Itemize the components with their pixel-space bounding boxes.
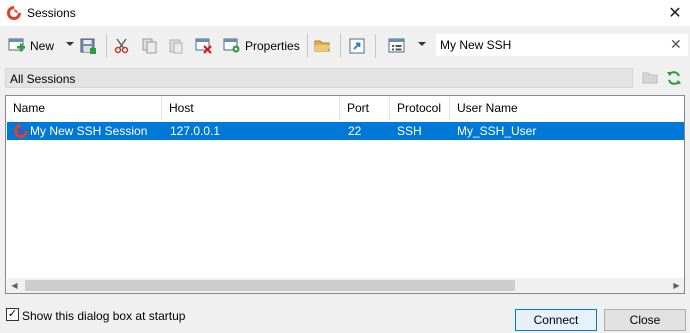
title-bar: Sessions ✕ (0, 0, 690, 26)
session-user-cell: My_SSH_User (457, 124, 537, 138)
cut-icon (114, 38, 129, 54)
refresh-button[interactable] (666, 70, 682, 89)
open-folder-button[interactable] (314, 35, 332, 57)
copy-icon (142, 38, 157, 54)
properties-button[interactable]: Properties (223, 35, 300, 57)
create-shortcut-button[interactable] (349, 35, 365, 57)
view-mode-button[interactable] (388, 35, 406, 57)
column-header-port[interactable]: Port (340, 96, 390, 120)
session-host-cell: 127.0.0.1 (170, 124, 221, 138)
shortcut-icon (349, 38, 365, 54)
column-header-name[interactable]: Name (6, 96, 162, 120)
column-header-host[interactable]: Host (162, 96, 340, 120)
session-port-cell: 22 (348, 124, 362, 138)
properties-button-label: Properties (245, 39, 300, 53)
toolbar-separator (340, 34, 341, 58)
new-session-icon (8, 38, 25, 52)
toolbar-separator (106, 34, 107, 58)
new-folder-button[interactable] (642, 70, 658, 89)
properties-icon (223, 38, 240, 53)
app-logo-icon (7, 6, 21, 20)
window-title: Sessions (27, 6, 76, 20)
session-name-cell: My New SSH Session (30, 124, 148, 138)
folder-icon (642, 72, 658, 84)
sessions-list[interactable]: Name Host Port Protocol User Name My New… (5, 95, 685, 294)
save-button[interactable] (80, 35, 96, 57)
session-search-input[interactable] (440, 37, 660, 53)
toolbar-separator (375, 34, 376, 58)
column-header-protocol[interactable]: Protocol (390, 96, 450, 120)
checkmark-icon: ✓ (7, 308, 18, 320)
paste-icon (169, 39, 183, 54)
session-protocol-cell: SSH (397, 124, 422, 138)
scroll-left-icon[interactable]: ◀ (7, 278, 22, 293)
ssh-session-icon (14, 124, 28, 138)
close-button[interactable]: Close (604, 309, 686, 331)
paste-button[interactable] (168, 35, 184, 57)
connect-button[interactable]: Connect (515, 309, 597, 331)
copy-button[interactable] (142, 35, 158, 57)
toolbar-separator (307, 34, 308, 58)
scrollbar-thumb[interactable] (25, 280, 515, 291)
save-icon (80, 38, 96, 54)
all-sessions-header[interactable]: All Sessions (5, 68, 633, 88)
show-at-startup-checkbox[interactable]: ✓ (6, 308, 19, 321)
delete-button[interactable] (195, 35, 213, 57)
all-sessions-label: All Sessions (10, 72, 76, 86)
new-dropdown-arrow[interactable] (66, 42, 74, 46)
view-dropdown-arrow[interactable] (418, 42, 426, 46)
close-icon: ✕ (668, 5, 682, 22)
new-session-button[interactable]: New (8, 35, 54, 57)
scroll-right-icon[interactable]: ▶ (669, 278, 684, 293)
show-at-startup-label[interactable]: Show this dialog box at startup (22, 309, 185, 323)
refresh-icon (667, 71, 681, 85)
new-button-label: New (30, 39, 55, 53)
window-close-button[interactable]: ✕ (662, 2, 688, 24)
delete-icon (195, 38, 212, 54)
horizontal-scrollbar[interactable]: ◀ ▶ (7, 278, 684, 293)
column-header-user-name[interactable]: User Name (450, 96, 540, 120)
view-icon (388, 38, 405, 53)
open-folder-icon (314, 40, 330, 52)
session-search-box: ✕ (436, 34, 688, 56)
cut-button[interactable] (114, 35, 132, 57)
table-row[interactable]: My New SSH Session 127.0.0.1 22 SSH My_S… (7, 122, 684, 140)
clear-search-icon[interactable]: ✕ (670, 36, 682, 53)
